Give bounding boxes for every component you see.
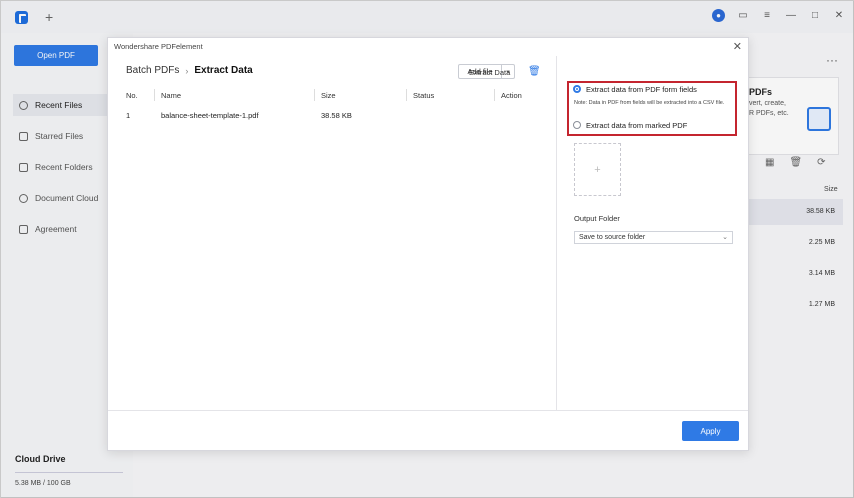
panel-divider	[556, 56, 557, 410]
option-marked-label: Extract data from marked PDF	[586, 121, 688, 130]
cell-no: 1	[126, 111, 131, 120]
add-template-dropzone[interactable]: +	[574, 143, 621, 196]
column-header-status: Status	[413, 91, 435, 100]
footer-divider	[108, 410, 748, 411]
column-header-size: Size	[321, 91, 336, 100]
cell-size: 38.58 KB	[321, 111, 352, 120]
column-divider	[154, 89, 155, 101]
column-header-action: Action	[501, 91, 522, 100]
column-header-no: No.	[126, 91, 138, 100]
clear-list-trash-icon[interactable]: 🗑	[528, 66, 541, 77]
breadcrumb-parent[interactable]: Batch PDFs	[126, 65, 179, 76]
chevron-right-icon: ›	[185, 65, 189, 76]
column-header-name: Name	[161, 91, 182, 100]
column-divider	[314, 89, 315, 101]
output-folder-value: Save to source folder	[579, 234, 646, 241]
apply-button[interactable]: Apply	[682, 421, 739, 441]
radio-marked-pdf[interactable]	[573, 121, 581, 129]
output-folder-title: Output Folder	[574, 214, 620, 223]
extract-data-dialog: Wondershare PDFelement ✕ Batch PDFs › Ex…	[107, 37, 749, 451]
option-form-fields-label: Extract data from PDF form fields	[586, 85, 697, 94]
option-note: Note: Data in PDF from fields will be ex…	[574, 100, 725, 106]
column-divider	[406, 89, 407, 101]
radio-form-fields[interactable]	[573, 85, 581, 93]
extract-data-title: Extract Data	[469, 68, 511, 77]
breadcrumb: Batch PDFs › Extract Data	[126, 65, 253, 76]
chevron-down-icon: ⌄	[722, 234, 728, 241]
breadcrumb-current: Extract Data	[194, 65, 253, 76]
dialog-title: Wondershare PDFelement	[114, 42, 203, 51]
column-divider	[494, 89, 495, 101]
dialog-close-icon[interactable]: ✕	[733, 40, 742, 53]
output-folder-select[interactable]: Save to source folder ⌄	[574, 231, 733, 244]
cell-name: balance-sheet-template-1.pdf	[161, 111, 259, 120]
app-window: + ● ▭ ≡ — □ ✕ Open PDF Recent Files Star…	[0, 0, 854, 498]
